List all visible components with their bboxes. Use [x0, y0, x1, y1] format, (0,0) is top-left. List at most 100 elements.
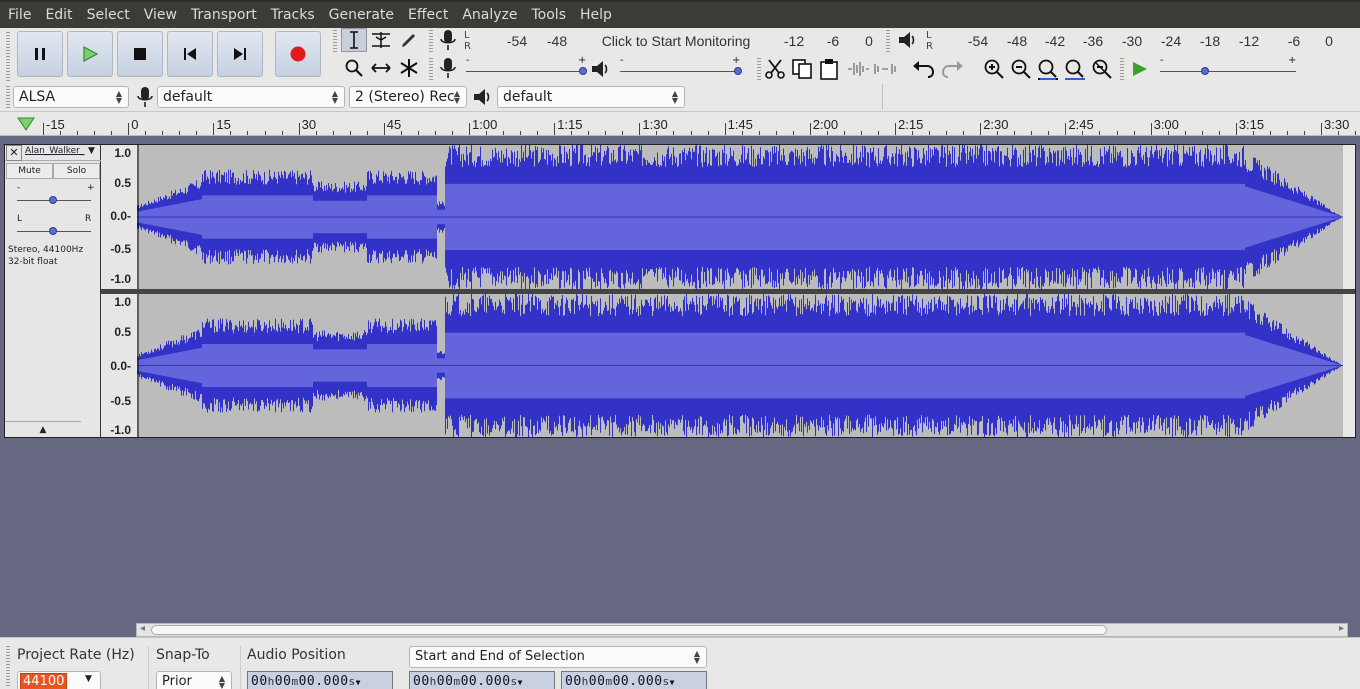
record-meter-tick: -48 [546, 33, 568, 49]
chevron-down-icon[interactable]: ▼ [85, 674, 92, 684]
menu-select[interactable]: Select [80, 7, 137, 23]
track-name-menu[interactable]: Alan_Walker_ [25, 146, 84, 156]
ruler-tick-label: 3:00 [1153, 117, 1179, 132]
playback-meter[interactable]: -54 -48 -42 -36 -30 -24 -18 -12 -6 0 [938, 33, 1338, 49]
ruler-tick-label: 1:45 [727, 117, 753, 132]
ruler-major-tick [213, 123, 215, 135]
project-rate-value[interactable]: 44100 [20, 673, 68, 689]
track-header: ✕ Alan_Walker_ ▼ [5, 145, 101, 161]
project-rate-combo[interactable]: 44100 ▼ [17, 671, 101, 689]
speaker-icon[interactable] [897, 30, 919, 50]
menu-effect[interactable]: Effect [401, 7, 455, 23]
playback-volume-slider[interactable] [620, 71, 740, 72]
toolbar-grip[interactable] [429, 58, 433, 80]
zoom-tool[interactable] [341, 56, 367, 80]
scroll-left-icon[interactable]: ◂ [140, 623, 145, 634]
zoom-out-icon[interactable] [1009, 57, 1033, 81]
fit-selection-icon[interactable] [1036, 57, 1060, 81]
mute-button[interactable]: Mute [6, 163, 53, 179]
menu-help[interactable]: Help [573, 7, 619, 23]
paste-icon[interactable] [818, 58, 840, 80]
selection-start-time[interactable]: 00h00m00.000s▼ [409, 671, 555, 689]
toolbar-grip[interactable] [429, 30, 433, 52]
menu-view[interactable]: View [137, 7, 184, 23]
selection-tool[interactable] [341, 28, 367, 52]
draw-tool[interactable] [396, 28, 422, 52]
undo-icon[interactable] [912, 58, 936, 80]
menu-analyze[interactable]: Analyze [455, 7, 524, 23]
menu-generate[interactable]: Generate [322, 7, 401, 23]
waveform-channel-1[interactable] [137, 145, 1355, 289]
copy-icon[interactable] [791, 58, 813, 80]
chevron-down-icon[interactable]: ▼ [88, 146, 95, 156]
record-monitor-prompt[interactable]: Click to Start Monitoring [602, 33, 751, 49]
collapse-track-button[interactable]: ▲ [5, 421, 81, 437]
snap-to-select[interactable]: Prior ▲ ▼ [156, 671, 232, 689]
play-at-speed-icon[interactable] [1130, 60, 1150, 78]
toolbar-grip[interactable] [757, 58, 761, 80]
play-button[interactable] [67, 31, 113, 77]
track-control-panel: ✕ Alan_Walker_ ▼ Mute Solo - + L R Stere… [5, 145, 101, 437]
cut-icon[interactable] [764, 58, 786, 80]
menu-tools[interactable]: Tools [525, 7, 574, 23]
trim-audio-icon[interactable] [846, 60, 870, 78]
play-speed-thumb[interactable] [1201, 67, 1209, 75]
recording-device-select[interactable]: default ▲ ▼ [157, 86, 345, 108]
time-shift-tool[interactable] [368, 56, 394, 80]
audio-host-select[interactable]: ALSA ▲ ▼ [13, 86, 129, 108]
fit-project-icon[interactable] [1063, 57, 1087, 81]
toolbar-grip[interactable] [6, 86, 10, 108]
audio-position-time[interactable]: 00h00m00.000s▼ [247, 671, 393, 689]
scale-label: -0.5 [110, 242, 131, 256]
toolbar-grip[interactable] [6, 32, 10, 82]
selection-end-time[interactable]: 00h00m00.000s▼ [561, 671, 707, 689]
record-button[interactable] [275, 31, 321, 77]
playback-device-select[interactable]: default ▲ ▼ [497, 86, 685, 108]
menu-file[interactable]: File [0, 7, 38, 23]
ruler-tick-label: 2:15 [898, 117, 924, 132]
menu-transport[interactable]: Transport [184, 7, 264, 23]
solo-button[interactable]: Solo [53, 163, 100, 179]
toolbar-grip[interactable] [333, 30, 337, 52]
zoom-toggle-icon[interactable] [1090, 57, 1114, 81]
microphone-icon [137, 87, 153, 107]
toolbar-grip[interactable] [886, 30, 890, 52]
recording-volume-slider[interactable] [466, 71, 586, 72]
recording-channels-select[interactable]: 2 (Stereo) Rec ▲ ▼ [349, 86, 467, 108]
pinned-play-head-icon[interactable] [16, 116, 36, 132]
toolbar-grip[interactable] [6, 646, 10, 686]
play-speed-slider[interactable] [1160, 71, 1296, 72]
skip-to-start-button[interactable] [167, 31, 213, 77]
menu-tracks[interactable]: Tracks [264, 7, 322, 23]
ruler-minor-tick [60, 131, 62, 135]
silence-audio-icon[interactable] [873, 60, 897, 78]
selection-mode-select[interactable]: Start and End of Selection ▲ ▼ [409, 646, 707, 668]
waveform-channel-2[interactable] [137, 294, 1355, 437]
scroll-right-icon[interactable]: ▸ [1339, 623, 1344, 634]
record-meter[interactable]: -54 -48 Click to Start Monitoring -12 -6… [476, 33, 880, 49]
chevron-down-icon: ▼ [669, 678, 675, 687]
envelope-tool[interactable] [368, 28, 394, 52]
toolbar-grip[interactable] [1120, 58, 1124, 80]
i-beam-icon [350, 31, 358, 49]
gain-thumb[interactable] [49, 196, 57, 204]
pan-thumb[interactable] [49, 227, 57, 235]
multi-tool[interactable] [396, 56, 422, 80]
timeline-ruler[interactable]: -15 0 15 30 45 1:00 1:15 1:30 1:45 2:00 2:15 2:30 2:… [0, 112, 1360, 136]
ruler-minor-tick [1286, 131, 1288, 135]
pause-button[interactable] [17, 31, 63, 77]
hours-unit: h [581, 675, 589, 688]
playback-volume-thumb[interactable] [734, 67, 742, 75]
stop-button[interactable] [117, 31, 163, 77]
scrollbar-thumb[interactable] [151, 625, 1107, 635]
redo-icon[interactable] [940, 58, 964, 80]
audio-track[interactable]: ✕ Alan_Walker_ ▼ Mute Solo - + L R Stere… [4, 144, 1356, 438]
horizontal-scrollbar[interactable]: ◂ ▸ [136, 623, 1348, 637]
zoom-in-icon[interactable] [982, 57, 1006, 81]
microphone-icon[interactable] [438, 28, 458, 52]
close-track-button[interactable]: ✕ [6, 145, 22, 161]
menu-edit[interactable]: Edit [38, 7, 79, 23]
seconds-unit: s [662, 675, 670, 688]
recording-volume-thumb[interactable] [579, 67, 587, 75]
skip-to-end-button[interactable] [217, 31, 263, 77]
